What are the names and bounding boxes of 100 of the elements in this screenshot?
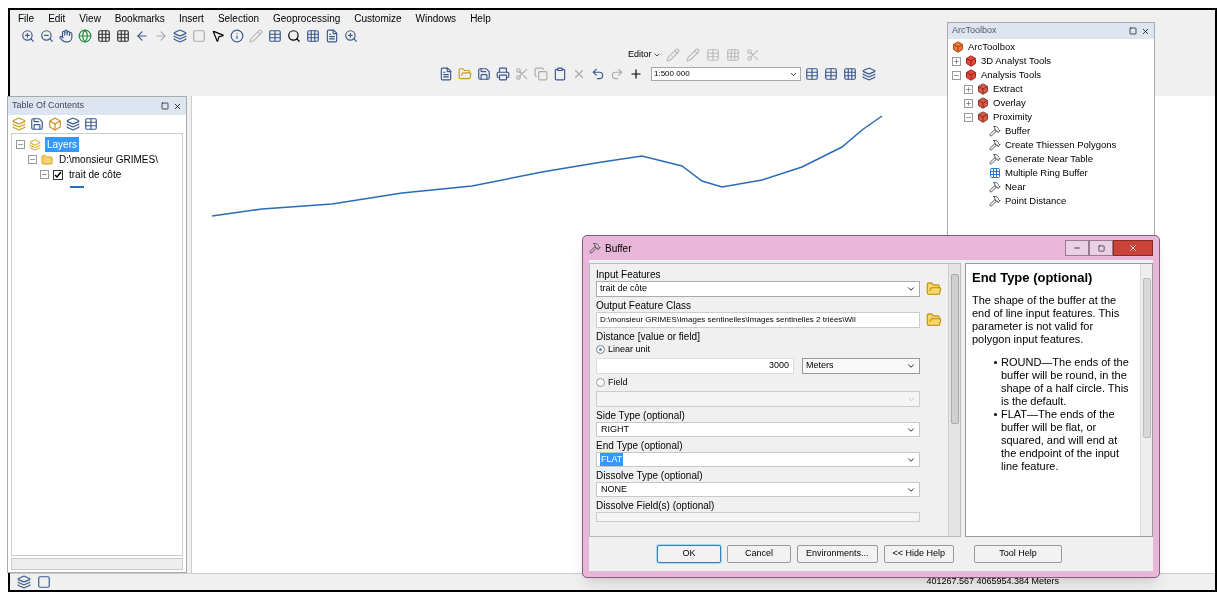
paste-icon[interactable] <box>552 66 568 82</box>
table-icon[interactable] <box>823 66 839 82</box>
toolbox-item[interactable]: Generate Near Table <box>1005 151 1094 167</box>
menu-item[interactable]: Geoprocessing <box>273 10 341 26</box>
dialog-button[interactable]: Tool Help <box>974 545 1063 563</box>
undo-icon[interactable] <box>590 66 606 82</box>
table-icon[interactable] <box>267 28 283 44</box>
toolbox-item[interactable]: Analysis Tools <box>981 67 1042 83</box>
menu-item[interactable]: Selection <box>217 10 260 26</box>
dialog-button[interactable]: Environments... <box>797 545 878 563</box>
zoom-in-icon[interactable] <box>20 28 36 44</box>
options-icon[interactable] <box>83 116 99 132</box>
dialog-button[interactable]: << Hide Help <box>883 545 955 563</box>
source-icon[interactable] <box>29 116 45 132</box>
layers-icon <box>29 138 41 151</box>
layout-view-icon[interactable] <box>16 574 32 590</box>
collapse-icon[interactable] <box>16 140 25 149</box>
field-label: Distance [value or field] <box>596 330 701 343</box>
toc-item[interactable]: trait de côte <box>67 167 124 182</box>
toolbox-item[interactable]: Extract <box>993 81 1023 97</box>
toolbox-icon <box>965 55 977 67</box>
menu-item[interactable]: Customize <box>354 10 402 26</box>
output-path-field[interactable]: D:\monsieur GRIMES\Images sentinelles\Images sentinelles 2 triées\Wil <box>596 312 920 328</box>
dissolve-field-list[interactable] <box>596 512 920 522</box>
toolbox-item[interactable]: ArcToolbox <box>968 39 1015 55</box>
data-view-icon[interactable] <box>36 574 52 590</box>
globe-icon[interactable] <box>77 28 93 44</box>
toolbox-icon <box>965 69 977 81</box>
toolbox-item[interactable]: Overlay <box>993 95 1026 111</box>
dissolve-type-dropdown[interactable]: NONE <box>596 482 920 497</box>
find-icon[interactable] <box>286 28 302 44</box>
toolbox-item[interactable]: Point Distance <box>1005 193 1067 209</box>
radio-button[interactable] <box>596 345 605 354</box>
minimize-button[interactable] <box>1065 240 1089 256</box>
maximize-icon[interactable] <box>1129 27 1137 35</box>
input-features-field[interactable]: trait de côte <box>596 281 920 297</box>
layer-checkbox[interactable] <box>53 169 63 180</box>
expand-icon[interactable] <box>964 98 973 108</box>
expand-icon[interactable] <box>964 84 973 94</box>
scrollbar[interactable] <box>948 264 960 536</box>
toolbox-item[interactable]: Buffer <box>1005 123 1031 139</box>
scrollbar[interactable] <box>1140 264 1152 536</box>
scale-field[interactable]: 1:500 000 <box>651 67 801 81</box>
magnifier-icon[interactable] <box>343 28 359 44</box>
zoom-out-icon[interactable] <box>39 28 55 44</box>
collapse-icon[interactable] <box>964 112 973 122</box>
hammer-icon <box>989 195 1001 207</box>
collapse-icon[interactable] <box>952 70 961 80</box>
report-icon[interactable] <box>324 28 340 44</box>
dialog-button[interactable]: OK <box>657 545 721 563</box>
new-icon[interactable] <box>438 66 454 82</box>
grid-icon[interactable] <box>842 66 858 82</box>
maximize-button[interactable] <box>1089 240 1113 256</box>
selection-icon[interactable] <box>65 116 81 132</box>
layers-icon[interactable] <box>861 66 877 82</box>
close-icon[interactable] <box>173 101 182 111</box>
panel-title: ArcToolbox <box>952 24 997 38</box>
dropdown-icon <box>906 284 916 294</box>
close-icon[interactable] <box>1141 26 1150 36</box>
dialog-button[interactable]: Cancel <box>727 545 791 563</box>
menu-item[interactable]: Windows <box>415 10 457 26</box>
menu-item[interactable]: Help <box>470 10 491 26</box>
field-dropdown[interactable] <box>596 391 920 407</box>
unit-dropdown[interactable]: Meters <box>802 358 920 374</box>
pan-icon[interactable] <box>58 28 74 44</box>
add-data-icon[interactable] <box>628 66 644 82</box>
print-icon[interactable] <box>495 66 511 82</box>
menu-item[interactable]: Edit <box>48 10 66 26</box>
collapse-icon[interactable] <box>28 155 37 164</box>
grid-icon[interactable] <box>305 28 321 44</box>
menu-item[interactable]: File <box>18 10 35 26</box>
select-icon[interactable] <box>210 28 226 44</box>
layers-icon[interactable] <box>172 28 188 44</box>
help-text: The shape of the buffer at the end of line input features. This parameter is not valid for polygon input features. <box>972 294 1121 346</box>
bullet-icon <box>994 413 997 416</box>
menu-item[interactable]: Bookmarks <box>114 10 165 26</box>
toolbox-item[interactable]: Proximity <box>993 109 1033 125</box>
scrollbar[interactable] <box>11 558 183 570</box>
browse-icon[interactable] <box>926 281 942 297</box>
collapse-icon[interactable] <box>40 170 49 179</box>
menu-item[interactable]: View <box>79 10 101 26</box>
hammer-icon <box>989 139 1001 151</box>
toolbox-item[interactable]: Near <box>1005 179 1026 195</box>
maximize-icon <box>1097 244 1105 252</box>
toolbox-item[interactable]: Multiple Ring Buffer <box>1005 165 1088 181</box>
distance-field[interactable]: 3000 <box>596 358 794 374</box>
side-type-dropdown[interactable]: RIGHT <box>596 422 920 437</box>
toolbox-item[interactable]: Create Thiessen Polygons <box>1005 137 1117 153</box>
field-label: Dissolve Field(s) (optional) <box>596 499 716 512</box>
menu-item[interactable]: Insert <box>178 10 204 26</box>
browse-icon[interactable] <box>926 312 942 328</box>
radio-button[interactable] <box>596 378 605 387</box>
editor-menu[interactable]: Editor <box>628 48 661 62</box>
toc-item[interactable]: D:\monsieur GRIMES\ <box>57 152 160 167</box>
save-icon[interactable] <box>476 66 492 82</box>
toolbox-item[interactable]: 3D Analyst Tools <box>981 53 1052 69</box>
status-coordinates: 401267.567 4065954.384 Meters <box>926 575 1059 589</box>
expand-icon[interactable] <box>952 56 961 66</box>
maximize-icon[interactable] <box>161 102 169 110</box>
identify-icon[interactable] <box>229 28 245 44</box>
